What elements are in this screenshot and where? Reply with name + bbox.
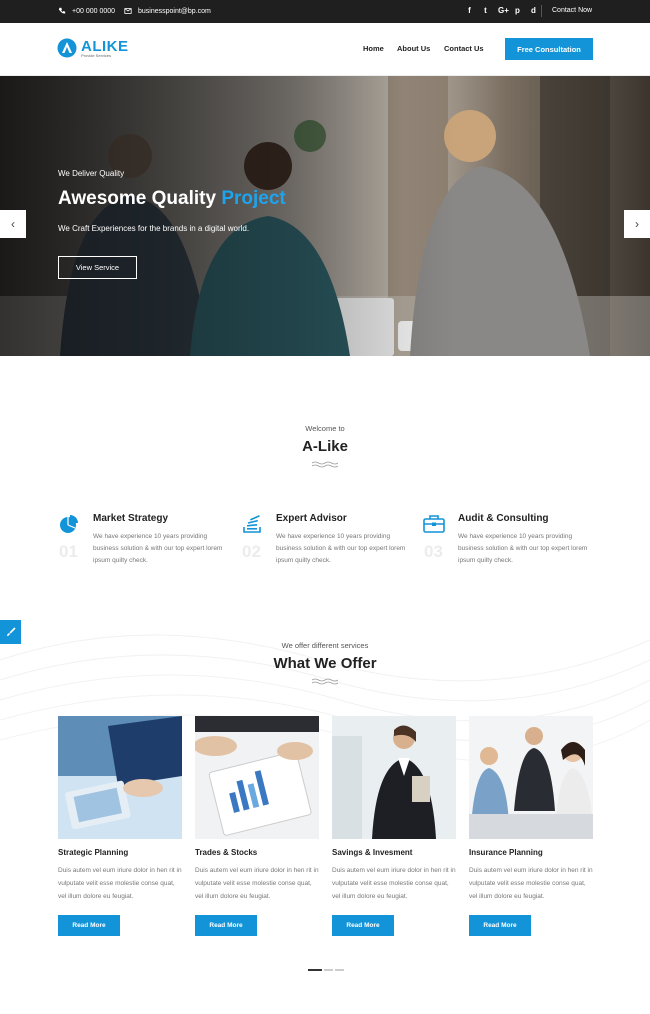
- pagination-dot[interactable]: [324, 969, 333, 971]
- chevron-right-icon: ›: [635, 217, 639, 231]
- phone-contact[interactable]: +00 000 0000: [58, 7, 115, 15]
- pagination-dot-active[interactable]: [308, 969, 322, 971]
- service-card: Strategic Planning Duis autem vel eum ir…: [58, 716, 182, 936]
- service-card: Trades & Stocks Duis autem vel eum iriur…: [195, 716, 319, 936]
- hero-slider: We Deliver Quality Awesome Quality Proje…: [0, 76, 650, 356]
- feature-title: Expert Advisor: [276, 513, 347, 524]
- service-description: Duis autem vel eum iriure dolor in hen r…: [332, 867, 456, 900]
- pagination-dot[interactable]: [335, 969, 344, 971]
- service-title: Savings & Invesment: [332, 848, 413, 857]
- phone-icon: [58, 7, 66, 14]
- briefcase-icon: [423, 515, 445, 533]
- service-card: Insurance Planning Duis autem vel eum ir…: [469, 716, 593, 936]
- stack-icon: [243, 515, 261, 533]
- hero-title-main: Awesome Quality: [58, 188, 222, 209]
- service-image[interactable]: [195, 716, 319, 839]
- facebook-icon[interactable]: f: [466, 6, 473, 15]
- logo[interactable]: ALIKE Provide Services: [57, 38, 129, 58]
- service-image[interactable]: [58, 716, 182, 839]
- feature-description: We have experience 10 years providing bu…: [93, 533, 223, 564]
- feature-description: We have experience 10 years providing bu…: [458, 533, 588, 564]
- google-plus-icon[interactable]: G+: [498, 6, 509, 15]
- service-description: Duis autem vel eum iriure dolor in hen r…: [195, 867, 319, 900]
- paint-brush-icon: [6, 627, 16, 636]
- hero-title-accent: Project: [221, 188, 286, 209]
- twitter-icon[interactable]: t: [482, 6, 489, 15]
- service-description: Duis autem vel eum iriure dolor in hen r…: [469, 867, 593, 900]
- service-title: Insurance Planning: [469, 848, 543, 857]
- logo-mark-icon: [57, 38, 77, 58]
- hero-subtitle: We Craft Experiences for the brands in a…: [58, 224, 250, 233]
- feature-number: 03: [424, 542, 443, 561]
- topbar-divider: [541, 5, 542, 17]
- feature-number: 01: [59, 542, 78, 561]
- welcome-title: A-Like: [302, 438, 348, 455]
- offer-section: We offer different services What We Offe…: [0, 641, 650, 686]
- read-more-button[interactable]: Read More: [332, 915, 394, 936]
- feature-description: We have experience 10 years providing bu…: [276, 533, 406, 564]
- email-contact[interactable]: businesspoint@bp.com: [124, 7, 211, 15]
- welcome-eyebrow: Welcome to: [305, 424, 345, 433]
- brand-name: ALIKE: [81, 37, 129, 55]
- hero-title: Awesome Quality Project: [58, 188, 286, 210]
- read-more-button[interactable]: Read More: [58, 915, 120, 936]
- feature-title: Audit & Consulting: [458, 513, 549, 524]
- offer-eyebrow: We offer different services: [281, 641, 369, 650]
- service-card: Savings & Invesment Duis autem vel eum i…: [332, 716, 456, 936]
- view-service-button[interactable]: View Service: [58, 256, 137, 279]
- site-header: ALIKE Provide Services Home About Us Con…: [0, 23, 650, 76]
- read-more-button[interactable]: Read More: [469, 915, 531, 936]
- squiggle-divider-icon: [312, 678, 338, 685]
- service-title: Trades & Stocks: [195, 848, 258, 857]
- service-title: Strategic Planning: [58, 848, 129, 857]
- service-image[interactable]: [332, 716, 456, 839]
- social-links: f t G+ p d: [466, 6, 537, 15]
- contact-now-link[interactable]: Contact Now: [552, 7, 592, 14]
- welcome-section: Welcome to A-Like: [0, 424, 650, 469]
- feature-title: Market Strategy: [93, 513, 169, 524]
- hero-eyebrow: We Deliver Quality: [58, 169, 125, 178]
- phone-number: +00 000 0000: [72, 7, 116, 15]
- free-consultation-button[interactable]: Free Consultation: [505, 38, 593, 60]
- feature-number: 02: [242, 542, 261, 561]
- slider-next-button[interactable]: ›: [624, 210, 650, 238]
- read-more-button[interactable]: Read More: [195, 915, 257, 936]
- carousel-pagination: [308, 969, 344, 971]
- slider-prev-button[interactable]: ‹: [0, 210, 26, 238]
- dribbble-icon[interactable]: d: [530, 6, 537, 15]
- pie-chart-icon: [60, 515, 78, 533]
- hero-overlay: [0, 76, 650, 356]
- mail-icon: [124, 8, 132, 14]
- pinterest-icon[interactable]: p: [514, 6, 521, 15]
- service-description: Duis autem vel eum iriure dolor in hen r…: [58, 867, 182, 900]
- offer-title: What We Offer: [273, 655, 377, 672]
- email-address: businesspoint@bp.com: [138, 7, 211, 15]
- nav-contact-us[interactable]: Contact Us: [444, 44, 484, 53]
- chevron-left-icon: ‹: [11, 217, 15, 231]
- squiggle-divider-icon: [312, 461, 338, 468]
- top-bar: +00 000 0000 businesspoint@bp.com f t G+…: [0, 0, 650, 23]
- nav-home[interactable]: Home: [363, 44, 384, 53]
- service-image[interactable]: [469, 716, 593, 839]
- nav-about-us[interactable]: About Us: [397, 44, 430, 53]
